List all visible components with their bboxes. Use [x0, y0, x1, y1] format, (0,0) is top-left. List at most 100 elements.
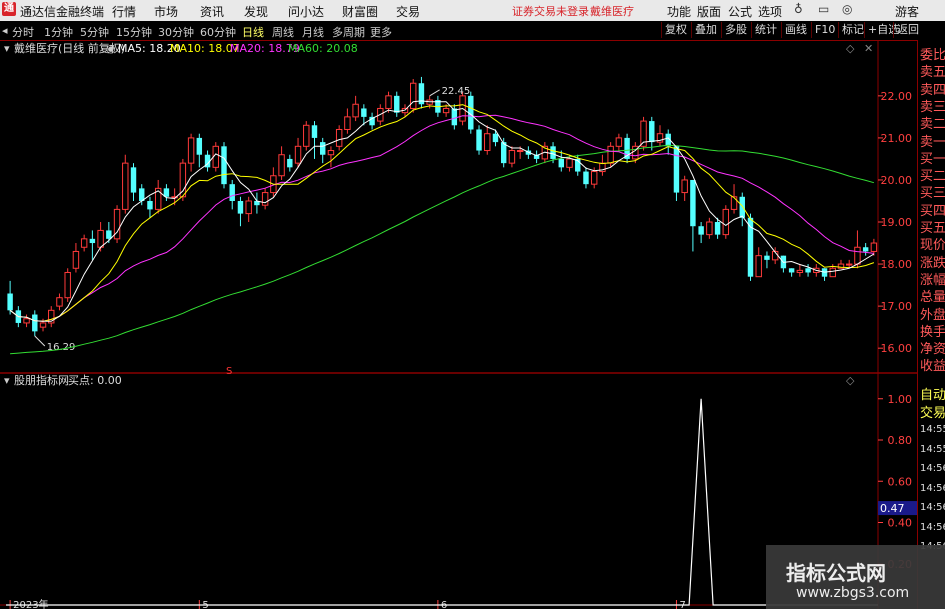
side-quote-label[interactable]: 净资 — [920, 338, 945, 357]
candle-body-up — [352, 103, 359, 118]
side-quote-label[interactable]: 卖二 — [920, 113, 945, 132]
trade-login-notice[interactable]: 证券交易未登录 — [512, 3, 589, 19]
sub-header-collapse-icon[interactable]: ▾ — [4, 374, 10, 387]
candle-body-down — [287, 158, 293, 168]
side-quote-label[interactable]: 换手 — [920, 321, 945, 340]
menu-options[interactable]: 选项 — [758, 3, 782, 20]
tool-button[interactable]: 返回 — [893, 22, 922, 38]
candle-body-up — [39, 322, 47, 328]
candle-body-down — [311, 125, 318, 138]
side-trade-label[interactable]: 交易 — [920, 402, 945, 421]
side-quote-label[interactable]: 买二 — [920, 165, 945, 184]
tool-button[interactable]: 复权 — [661, 22, 690, 38]
watermark-url: www.zbgs3.com — [796, 585, 910, 601]
side-quote-label[interactable]: 涨跌 — [920, 252, 945, 271]
side-quote-label[interactable]: 买一 — [920, 148, 945, 167]
period-tab[interactable]: 1分钟 — [44, 24, 73, 40]
period-tab[interactable]: 周线 — [272, 24, 294, 40]
tool-button[interactable]: F10 — [811, 22, 838, 38]
current-value-label: 0.47 — [880, 502, 905, 515]
candle-body-down — [476, 129, 482, 151]
menu-trade[interactable]: 交易 — [396, 3, 420, 20]
indicator-tick-label: 0.60 — [888, 475, 913, 488]
menu-news[interactable]: 资讯 — [200, 3, 224, 20]
side-quote-label[interactable]: 卖五 — [920, 61, 945, 80]
candle-body-down — [649, 121, 655, 143]
side-auto-label[interactable]: 自动 — [920, 384, 945, 403]
side-quote-label[interactable]: 卖一 — [920, 131, 945, 150]
menu-ask[interactable]: 问小达 — [288, 3, 324, 20]
chart-area[interactable]: 22.4516.29 16.00 17.00 18.00 19.00 20.00 21.0… — [0, 40, 917, 609]
period-tab-active[interactable]: 日线 — [242, 24, 264, 40]
chart-header-collapse-icon[interactable]: ▾ — [4, 42, 10, 55]
side-quote-label[interactable]: 买三 — [920, 182, 945, 201]
candle-body-down — [361, 108, 367, 117]
menu-formula[interactable]: 公式 — [728, 3, 752, 20]
candle-body-down — [147, 200, 153, 210]
price-tick-label: 16.00 — [881, 342, 913, 355]
tool-button[interactable]: 标记 — [838, 22, 867, 38]
period-tab[interactable]: 分时 — [12, 24, 34, 40]
menu-quotes[interactable]: 行情 — [112, 3, 136, 20]
settings-icon[interactable]: ◎ — [842, 2, 852, 16]
candle-body-down — [862, 247, 869, 252]
diamond-icon[interactable]: ◇ — [846, 42, 855, 55]
side-quote-label[interactable]: 买五 — [920, 217, 945, 236]
side-quote-label[interactable]: 涨幅 — [920, 269, 945, 288]
tool-button[interactable]: 统计 — [751, 22, 780, 38]
close-panel-icon[interactable]: ✕ — [864, 42, 873, 55]
candle-body-up — [278, 154, 285, 177]
side-quote-label[interactable]: 卖四 — [920, 79, 945, 98]
side-quote-label[interactable]: 现价 — [920, 234, 945, 253]
tool-button[interactable]: 叠加 — [691, 22, 720, 38]
menu-function[interactable]: 功能 — [667, 3, 691, 20]
date-tick-label: 2023年 — [13, 598, 48, 609]
side-quote-label[interactable]: 买四 — [920, 200, 945, 219]
side-trade-time: 14:56 — [920, 502, 945, 513]
menu-bar: 通 通达信金融终端 行情 市场 资讯 发现 问小达 财富圈 交易 证券交易未登录… — [0, 0, 945, 21]
candle-body-down — [89, 238, 96, 244]
side-quote-label[interactable]: 外盘 — [920, 304, 945, 323]
watermark: 指标公式网 www.zbgs3.com — [766, 545, 945, 609]
sub-diamond-icon[interactable]: ◇ — [846, 374, 855, 387]
candle-body-up — [294, 145, 302, 164]
candle-body-up — [722, 208, 730, 236]
candle-body-up — [845, 263, 853, 266]
menu-market[interactable]: 市场 — [154, 3, 178, 20]
period-tab[interactable]: 5分钟 — [80, 24, 109, 40]
signal-marker: S — [226, 366, 232, 377]
period-tab[interactable]: 15分钟 — [116, 24, 152, 40]
menu-layout[interactable]: 版面 — [697, 3, 721, 20]
period-tab-more[interactable]: 更多 — [370, 24, 392, 40]
grid — [0, 40, 917, 609]
period-tab[interactable]: 60分钟 — [200, 24, 236, 40]
menu-wealth[interactable]: 财富圈 — [342, 3, 378, 20]
period-tab[interactable]: 月线 — [302, 24, 324, 40]
candle-body-up — [179, 162, 187, 198]
side-quote-label[interactable]: 卖三 — [920, 96, 945, 115]
candle-body-down — [7, 293, 13, 311]
price-axis: 16.0017.0018.0019.0020.0021.0022.000.200… — [9, 90, 917, 609]
candle-body-up — [23, 318, 30, 324]
candle-body-up — [245, 200, 252, 215]
ma-toggle-icon[interactable]: ◉ — [106, 42, 116, 55]
candle-body-down — [196, 137, 203, 155]
side-quote-label[interactable]: 委比 — [920, 44, 945, 63]
tool-button[interactable]: 多股 — [721, 22, 750, 38]
price-tick-label: 21.00 — [881, 132, 913, 145]
collapse-icon[interactable]: ◂ — [2, 24, 8, 37]
candle-body-down — [492, 133, 499, 143]
period-tab[interactable]: 多周期 — [332, 24, 365, 40]
period-toolbar: ◂ 分时 1分钟 5分钟 15分钟 30分钟 60分钟 日线 周线 月线 多周期… — [0, 21, 945, 41]
guest-button[interactable]: 游客 — [895, 3, 919, 20]
lightbulb-icon[interactable]: ♁ — [794, 2, 803, 16]
candle-body-down — [558, 158, 564, 168]
side-quote-label[interactable]: 总量 — [920, 286, 945, 305]
period-tab[interactable]: 30分钟 — [158, 24, 194, 40]
side-quote-label[interactable]: 收益 — [920, 355, 945, 374]
candle-body-down — [320, 142, 326, 155]
tool-button[interactable]: 画线 — [781, 22, 810, 38]
candle-body-up — [755, 255, 762, 278]
minimize-icon[interactable]: ▭ — [818, 2, 829, 16]
menu-discover[interactable]: 发现 — [244, 3, 268, 20]
